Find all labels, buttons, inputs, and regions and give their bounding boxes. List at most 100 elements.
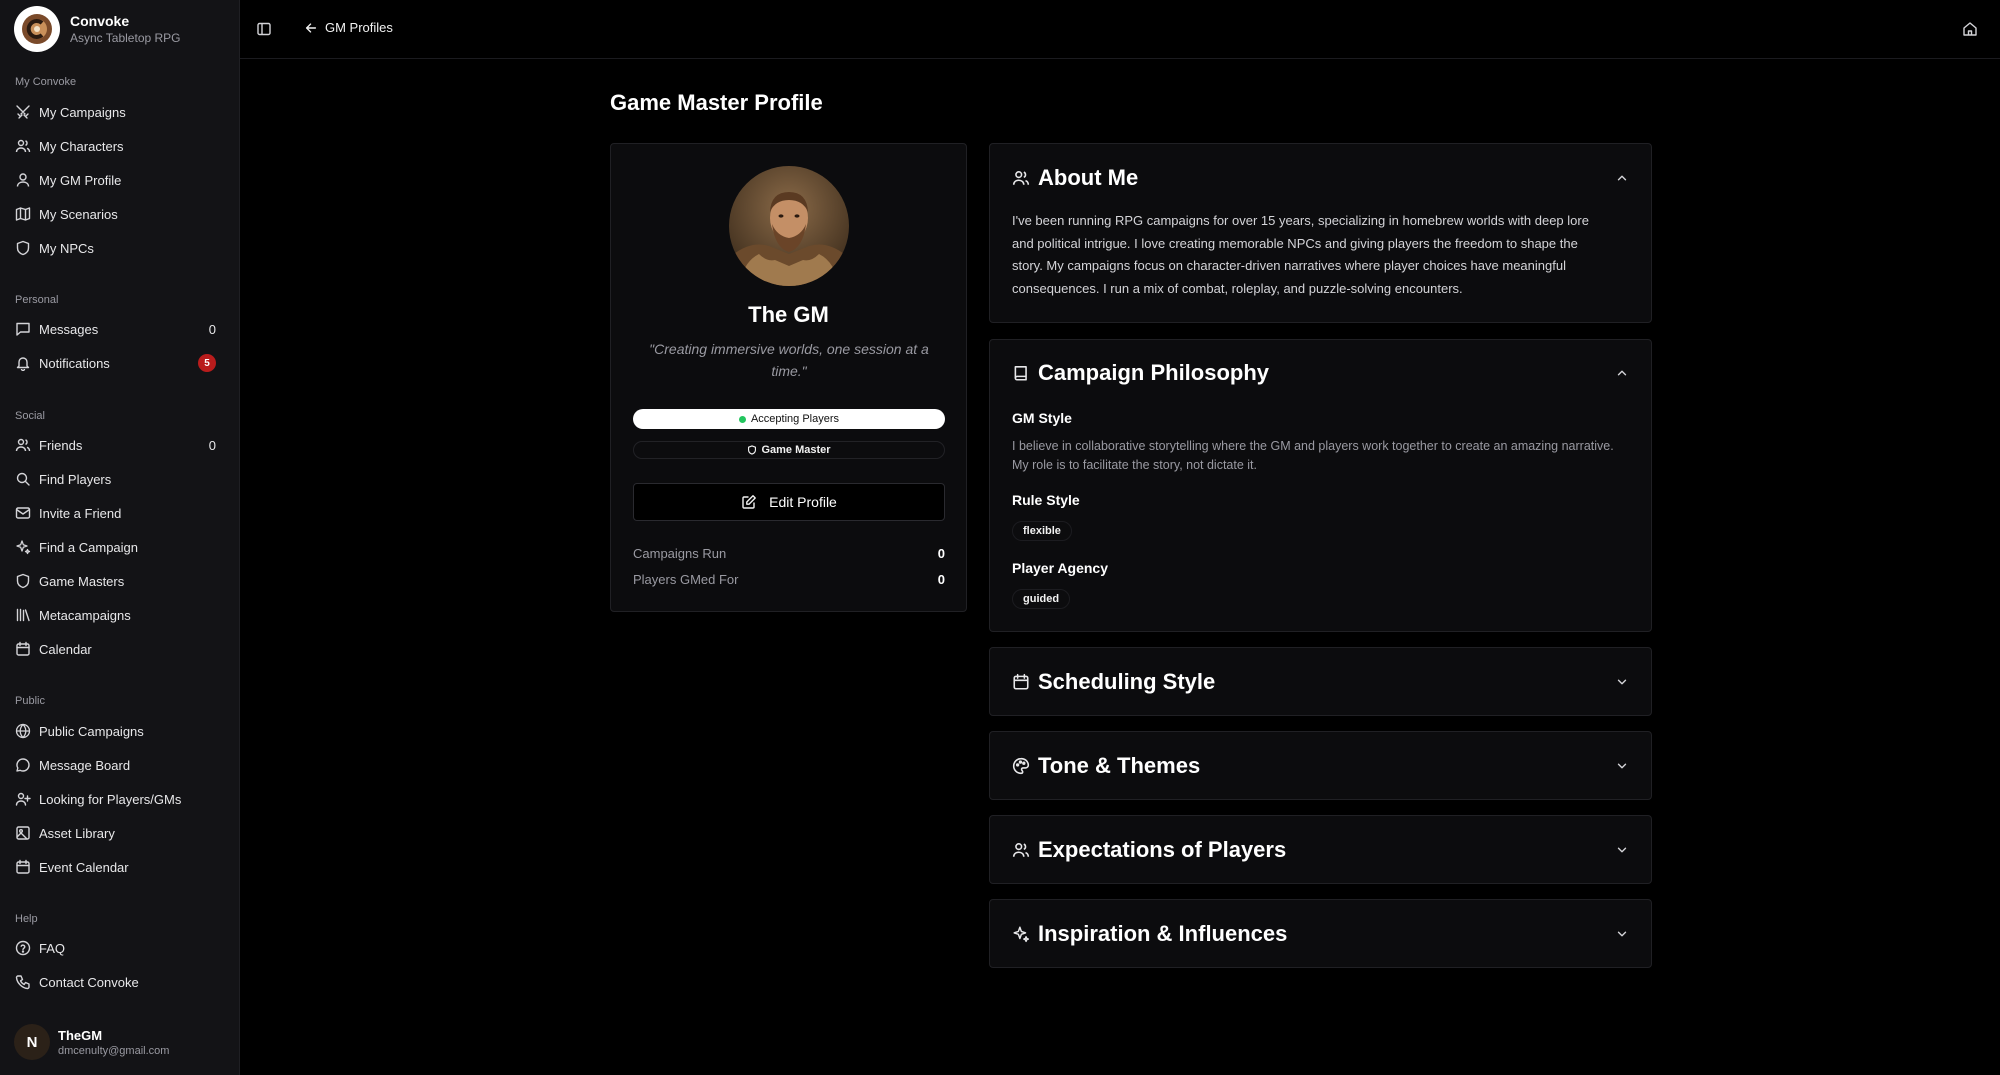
shield-icon (748, 445, 757, 455)
sidebar-item-my-npcs[interactable]: My NPCs (10, 233, 230, 263)
about-section: About Me I've been running RPG campaigns… (989, 143, 1652, 323)
book-icon (1014, 366, 1027, 381)
about-text: I've been running RPG campaigns for over… (1012, 213, 1589, 296)
sidebar-item-metacampaigns[interactable]: Metacampaigns (10, 600, 230, 630)
section-title: Expectations of Players (1038, 837, 1287, 862)
sidebar-item-label: My GM Profile (39, 172, 122, 188)
sidebar-toggle-icon[interactable] (256, 21, 272, 37)
sidebar: Convoke Async Tabletop RPG My Convoke My… (0, 0, 240, 1075)
sidebar-item-event-calendar[interactable]: Event Calendar (10, 852, 230, 882)
message-icon (16, 322, 30, 336)
scheduling-header[interactable]: Scheduling Style (1012, 667, 1629, 697)
sidebar-item-label: Game Masters (39, 573, 125, 589)
sidebar-item-looking-for-players-gms[interactable]: Looking for Players/GMs (10, 784, 230, 814)
stat-value: 0 (937, 572, 945, 587)
sidebar-item-my-characters[interactable]: My Characters (10, 131, 230, 161)
home-icon[interactable] (1962, 21, 1978, 37)
chevron-down-icon (1617, 679, 1627, 685)
sidebar-item-label: My Characters (39, 138, 124, 154)
section-title: Scheduling Style (1038, 669, 1216, 694)
sidebar-item-label: Looking for Players/GMs (39, 791, 182, 807)
inspiration-section: Inspiration & Influences (989, 899, 1652, 968)
users-icon (15, 139, 31, 153)
scheduling-section: Scheduling Style (989, 647, 1652, 716)
user-menu[interactable]: N TheGM dmcenulty@gmail.com (14, 1024, 169, 1060)
gm-style-label: GM Style (1012, 410, 1072, 426)
users-icon (15, 438, 31, 452)
sidebar-item-calendar[interactable]: Calendar (10, 634, 230, 664)
sidebar-item-public-campaigns[interactable]: Public Campaigns (10, 716, 230, 746)
sidebar-item-label: Metacampaigns (39, 607, 131, 623)
user-icon (16, 173, 30, 187)
stat-label: Players GMed For (633, 572, 739, 587)
stat-value: 0 (937, 546, 945, 561)
bell-icon (16, 357, 30, 371)
sidebar-item-label: Asset Library (39, 825, 115, 841)
avatar: N (14, 1024, 50, 1060)
section-title: Inspiration & Influences (1038, 921, 1288, 946)
app-name: Convoke (70, 13, 130, 29)
sidebar-item-my-campaigns[interactable]: My Campaigns (10, 97, 230, 127)
philosophy-header[interactable]: Campaign Philosophy (1012, 358, 1629, 388)
palette-icon (1012, 757, 1030, 775)
sidebar-item-message-board[interactable]: Message Board (10, 750, 230, 780)
tone-themes-header[interactable]: Tone & Themes (1012, 751, 1629, 781)
status-dot (738, 415, 746, 423)
expectations-header[interactable]: Expectations of Players (1012, 835, 1629, 865)
sidebar-item-my-gm-profile[interactable]: My GM Profile (10, 165, 230, 195)
sidebar-item-label: Invite a Friend (39, 505, 122, 521)
role-badge-label: Game Master (761, 444, 831, 456)
sidebar-item-my-scenarios[interactable]: My Scenarios (10, 199, 230, 229)
rule-style-tag: flexible (1012, 521, 1072, 541)
gm-portrait (729, 166, 849, 286)
chevron-up-icon (1617, 175, 1627, 181)
inspiration-header[interactable]: Inspiration & Influences (1012, 919, 1629, 949)
sidebar-item-label: My Scenarios (39, 206, 118, 222)
user-email: dmcenulty@gmail.com (58, 1044, 170, 1057)
map-icon (15, 207, 31, 221)
section-title: Tone & Themes (1038, 753, 1201, 778)
sidebar-item-label: FAQ (39, 940, 66, 956)
sidebar-item-friends[interactable]: Friends 0 (10, 430, 230, 460)
search-icon (16, 472, 30, 486)
rule-style-label: Rule Style (1012, 492, 1080, 508)
sidebar-item-find-a-campaign[interactable]: Find a Campaign (10, 532, 230, 562)
sidebar-item-label: Contact Convoke (39, 974, 139, 990)
about-header[interactable]: About Me (1012, 163, 1629, 193)
stat-label: Campaigns Run (633, 546, 727, 561)
sidebar-item-label: Find Players (39, 471, 112, 487)
sidebar-item-label: Event Calendar (39, 859, 129, 875)
phone-icon (15, 975, 30, 990)
sidebar-item-faq[interactable]: FAQ (10, 933, 230, 963)
gm-style-text: I believe in collaborative storytelling … (1012, 439, 1614, 472)
stat-players-gmed-for: Players GMed For 0 (633, 572, 945, 587)
app-tagline: Async Tabletop RPG (70, 31, 181, 45)
calendar-icon (16, 859, 30, 874)
player-agency-tag: guided (1012, 589, 1071, 609)
sidebar-item-messages[interactable]: Messages 0 (10, 314, 230, 344)
group-label-help: Help (15, 913, 38, 925)
image-icon (16, 826, 30, 840)
brand[interactable]: Convoke Async Tabletop RPG (0, 0, 239, 58)
sidebar-item-game-masters[interactable]: Game Masters (10, 566, 230, 596)
gm-name: The GM (748, 302, 829, 327)
sidebar-item-label: Notifications (39, 355, 110, 371)
calendar-icon (16, 641, 30, 656)
sidebar-item-asset-library[interactable]: Asset Library (10, 818, 230, 848)
calendar-icon (1013, 673, 1029, 690)
sidebar-item-label: Public Campaigns (39, 723, 144, 739)
sidebar-item-contact-convoke[interactable]: Contact Convoke (10, 967, 230, 997)
users-icon (1012, 171, 1030, 185)
section-title: Campaign Philosophy (1038, 360, 1270, 385)
messages-count: 0 (208, 321, 216, 337)
sidebar-item-find-players[interactable]: Find Players (10, 464, 230, 494)
role-badge: Game Master (633, 441, 945, 459)
sidebar-item-invite-a-friend[interactable]: Invite a Friend (10, 498, 230, 528)
sidebar-item-notifications[interactable]: Notifications 5 (10, 348, 230, 378)
friends-count: 0 (208, 437, 216, 453)
edit-profile-button[interactable]: Edit Profile (633, 483, 945, 521)
user-name: TheGM (58, 1027, 103, 1043)
back-link[interactable]: GM Profiles (304, 20, 393, 35)
convoke-logo (14, 6, 60, 52)
chevron-up-icon (1617, 370, 1627, 376)
